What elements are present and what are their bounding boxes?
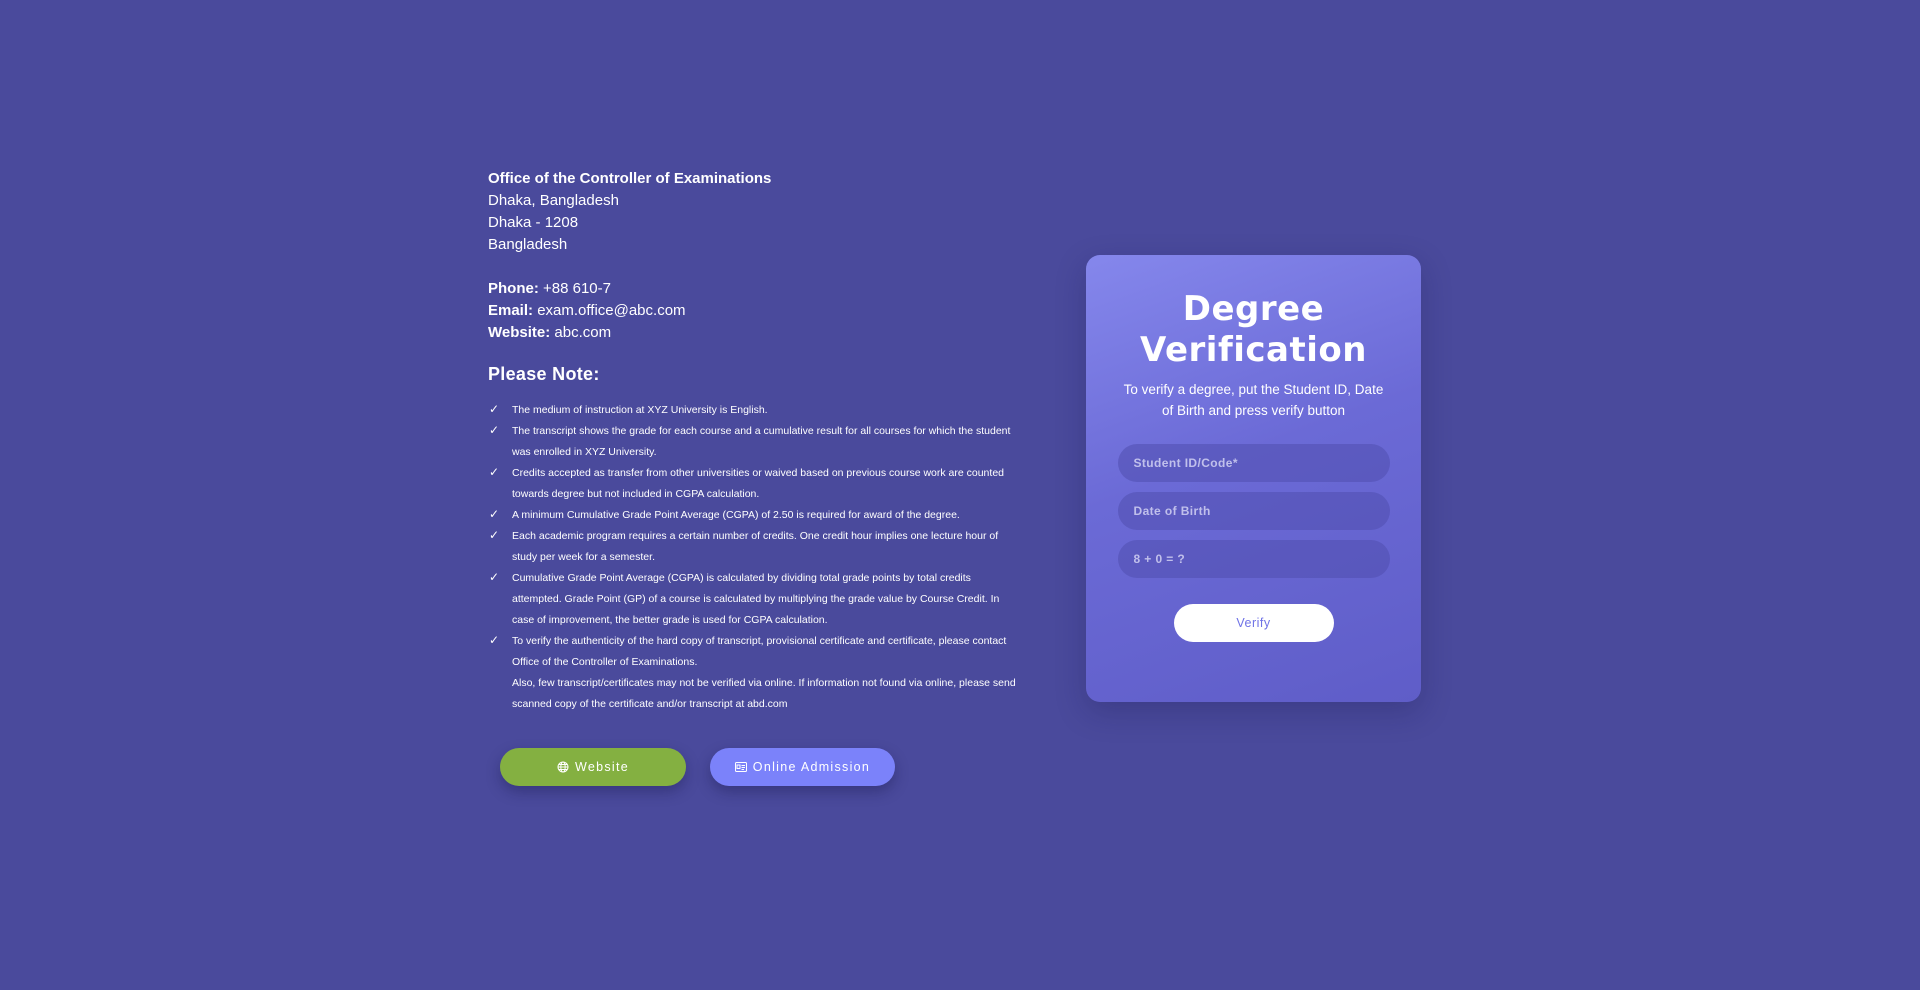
note-text: Cumulative Grade Point Average (CGPA) is… — [512, 572, 1000, 626]
note-extra: Also, few transcript/certificates may no… — [488, 673, 1018, 715]
notes-heading: Please Note: — [488, 364, 600, 384]
website-button[interactable]: Website — [500, 748, 686, 786]
card-subtitle: To verify a degree, put the Student ID, … — [1123, 382, 1384, 418]
note-item: ✓ Credits accepted as transfer from othe… — [488, 463, 1018, 505]
note-item: ✓ Cumulative Grade Point Average (CGPA) … — [488, 568, 1018, 631]
contact-block: Phone: +88 610-7 Email: exam.office@abc.… — [488, 278, 1018, 344]
note-item: ✓ Each academic program requires a certa… — [488, 526, 1018, 568]
phone-label: Phone: — [488, 280, 539, 297]
captcha-input[interactable] — [1117, 540, 1390, 578]
check-icon: ✓ — [489, 465, 500, 479]
degree-verification-card: Degree Verification To verify a degree, … — [1086, 255, 1421, 702]
note-item: ✓ The medium of instruction at XYZ Unive… — [488, 400, 1018, 421]
id-card-icon — [734, 762, 747, 772]
page: Office of the Controller of Examinations… — [0, 0, 1920, 990]
note-text: The medium of instruction at XYZ Univers… — [512, 404, 768, 416]
check-icon: ✓ — [489, 570, 500, 584]
check-icon: ✓ — [489, 633, 500, 647]
note-item: ✓ To verify the authenticity of the hard… — [488, 631, 1018, 673]
note-text: To verify the authenticity of the hard c… — [512, 635, 1007, 668]
address-line-country: Bangladesh — [488, 236, 568, 253]
website-button-label: Website — [574, 760, 630, 774]
email-value: exam.office@abc.com — [537, 302, 686, 319]
note-text: The transcript shows the grade for each … — [512, 425, 1011, 458]
date-of-birth-input[interactable] — [1117, 492, 1390, 530]
card-title: Degree Verification — [1140, 289, 1367, 370]
note-text: Credits accepted as transfer from other … — [512, 467, 1004, 500]
office-title: Office of the Controller of Examinations — [488, 170, 772, 187]
check-icon: ✓ — [489, 528, 500, 542]
student-id-input[interactable] — [1117, 444, 1390, 482]
check-icon: ✓ — [489, 507, 500, 521]
note-item: ✓ The transcript shows the grade for eac… — [488, 421, 1018, 463]
globe-icon — [557, 761, 569, 773]
email-line: Email: exam.office@abc.com — [488, 300, 1018, 322]
notes-list: ✓ The medium of instruction at XYZ Unive… — [488, 400, 1018, 715]
note-text: Each academic program requires a certain… — [512, 530, 999, 563]
verify-button[interactable]: Verify — [1173, 604, 1334, 642]
action-buttons: Website Online Admission — [500, 748, 895, 786]
website-value: abc.com — [554, 324, 612, 341]
website-line: Website: abc.com — [488, 322, 1018, 344]
phone-line: Phone: +88 610-7 — [488, 278, 1018, 300]
online-admission-button[interactable]: Online Admission — [710, 748, 895, 786]
address-line-postcode: Dhaka - 1208 — [488, 214, 579, 231]
office-info-section: Office of the Controller of Examinations… — [488, 168, 1018, 715]
address-line-city: Dhaka, Bangladesh — [488, 192, 619, 209]
email-label: Email: — [488, 302, 534, 319]
note-text: A minimum Cumulative Grade Point Average… — [512, 509, 960, 521]
note-extra-text: Also, few transcript/certificates may no… — [512, 677, 1016, 710]
check-icon: ✓ — [489, 402, 500, 416]
phone-value: +88 610-7 — [543, 280, 611, 297]
online-admission-label: Online Admission — [752, 760, 871, 774]
website-label: Website: — [488, 324, 551, 341]
note-item: ✓ A minimum Cumulative Grade Point Avera… — [488, 505, 1018, 526]
check-icon: ✓ — [489, 423, 500, 437]
